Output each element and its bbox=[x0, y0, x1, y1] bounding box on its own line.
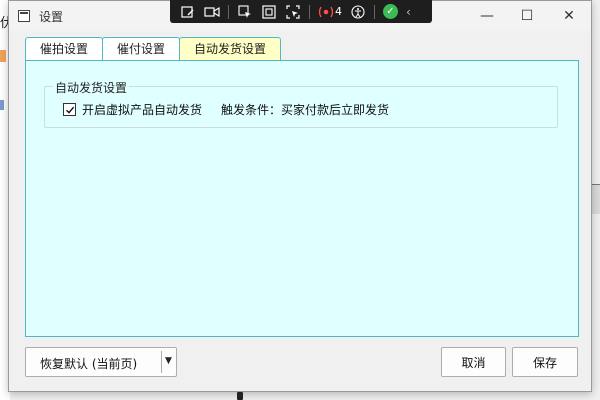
accessibility-icon[interactable] bbox=[350, 4, 366, 19]
confirm-check-icon[interactable]: ✓ bbox=[383, 4, 398, 19]
checkmark-icon bbox=[65, 106, 74, 114]
settings-window: 设置 — ☐ ✕ 催拍设置 催付设置 自动发货设置 自动发货设置 开启虚拟产品自… bbox=[8, 0, 592, 392]
audio-source-badge[interactable]: 4 bbox=[318, 5, 342, 18]
cancel-button[interactable]: 取消 bbox=[441, 347, 506, 377]
minimize-button[interactable]: — bbox=[473, 5, 501, 27]
tab-panel-auto-ship: 自动发货设置 开启虚拟产品自动发货 触发条件：买家付款后立即发货 bbox=[25, 60, 579, 337]
maximize-button[interactable]: ☐ bbox=[513, 5, 541, 27]
save-button[interactable]: 保存 bbox=[512, 347, 578, 377]
auto-ship-groupbox: 自动发货设置 开启虚拟产品自动发货 触发条件：买家付款后立即发货 bbox=[44, 79, 558, 128]
close-icon: ✕ bbox=[563, 8, 575, 24]
split-divider bbox=[161, 351, 162, 373]
enable-auto-ship-label: 开启虚拟产品自动发货 bbox=[82, 103, 203, 117]
enable-auto-ship-checkbox[interactable] bbox=[63, 103, 76, 116]
toolbar-separator bbox=[309, 4, 310, 19]
tab-strip: 催拍设置 催付设置 自动发货设置 bbox=[25, 37, 282, 61]
window-icon bbox=[18, 10, 30, 22]
video-record-icon[interactable] bbox=[204, 5, 220, 19]
background-blue-fragment bbox=[0, 100, 4, 110]
enable-auto-ship-checkbox-row[interactable]: 开启虚拟产品自动发货 bbox=[63, 101, 202, 118]
tab-urge-order[interactable]: 催拍设置 bbox=[25, 37, 104, 61]
maximize-icon: ☐ bbox=[520, 8, 534, 24]
close-button[interactable]: ✕ bbox=[555, 5, 583, 27]
restore-default-label: 恢复默认 (当前页) bbox=[40, 357, 138, 371]
window-capture-icon[interactable] bbox=[261, 4, 277, 19]
audio-source-count: 4 bbox=[335, 5, 342, 18]
window-title: 设置 bbox=[39, 10, 64, 24]
background-orange-fragment bbox=[0, 50, 6, 62]
background-right-edge bbox=[592, 184, 600, 214]
region-capture-icon[interactable] bbox=[285, 4, 301, 19]
dropdown-arrow-icon[interactable]: ▼ bbox=[165, 356, 172, 366]
broadcast-icon bbox=[318, 6, 334, 17]
tab-urge-payment[interactable]: 催付设置 bbox=[102, 37, 181, 61]
mouse-cursor-icon bbox=[237, 392, 243, 400]
trigger-condition-text: 触发条件：买家付款后立即发货 bbox=[221, 103, 390, 117]
floating-capture-toolbar: 4 ✓ ‹ bbox=[170, 0, 432, 23]
pointer-select-icon[interactable] bbox=[237, 4, 253, 19]
tab-auto-ship[interactable]: 自动发货设置 bbox=[179, 37, 282, 61]
collapse-chevron-icon[interactable]: ‹ bbox=[406, 5, 411, 19]
restore-default-button[interactable]: 恢复默认 (当前页) ▼ bbox=[25, 347, 177, 377]
minimize-icon: — bbox=[480, 8, 494, 24]
group-title: 自动发货设置 bbox=[53, 79, 130, 96]
toolbar-separator bbox=[374, 4, 375, 19]
toolbar-separator bbox=[228, 4, 229, 19]
screenshot-edit-icon[interactable] bbox=[180, 5, 196, 19]
